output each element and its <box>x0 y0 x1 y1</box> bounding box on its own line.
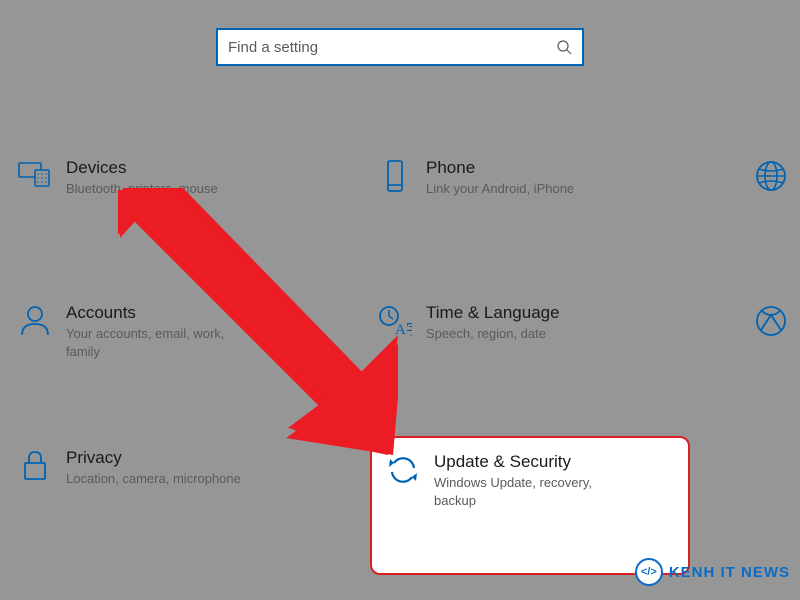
tile-row: Devices Bluetooth, printers, mouse Phone… <box>18 140 800 285</box>
lock-icon <box>18 448 52 482</box>
tile-subtitle: Your accounts, email, work, family <box>66 325 246 360</box>
tile-phone[interactable]: Phone Link your Android, iPhone <box>378 140 738 285</box>
tile-subtitle: Speech, region, date <box>426 325 560 343</box>
tile-title: Devices <box>66 158 218 178</box>
search-box[interactable] <box>216 28 584 66</box>
tile-title: Time & Language <box>426 303 560 323</box>
sync-icon <box>386 452 420 486</box>
phone-icon <box>378 158 412 194</box>
time-language-icon: A字 <box>378 303 412 337</box>
tile-devices[interactable]: Devices Bluetooth, printers, mouse <box>18 140 378 285</box>
tile-text: Update & Security Windows Update, recove… <box>420 452 614 509</box>
tile-subtitle: Location, camera, microphone <box>66 470 241 488</box>
tile-title: Privacy <box>66 448 241 468</box>
watermark-text: KENH IT NEWS <box>669 564 790 581</box>
tile-row: Privacy Location, camera, microphone Upd… <box>18 430 800 575</box>
tile-network-partial[interactable] <box>738 140 798 285</box>
tile-title: Update & Security <box>434 452 614 472</box>
watermark: </> KENH IT NEWS <box>635 558 790 586</box>
settings-tiles: Devices Bluetooth, printers, mouse Phone… <box>0 140 800 575</box>
tile-privacy[interactable]: Privacy Location, camera, microphone <box>18 430 378 575</box>
tile-text: Accounts Your accounts, email, work, fam… <box>52 303 246 360</box>
tile-text: Phone Link your Android, iPhone <box>412 158 574 198</box>
search-input[interactable] <box>228 39 556 56</box>
tile-gaming-partial[interactable] <box>738 285 798 430</box>
tile-subtitle: Link your Android, iPhone <box>426 180 574 198</box>
tile-row: Accounts Your accounts, email, work, fam… <box>18 285 800 430</box>
tile-title: Phone <box>426 158 574 178</box>
globe-icon <box>754 158 788 192</box>
tile-subtitle: Windows Update, recovery, backup <box>434 474 614 509</box>
tile-title: Accounts <box>66 303 246 323</box>
devices-icon <box>18 158 52 188</box>
tile-text: Time & Language Speech, region, date <box>412 303 560 343</box>
search-container <box>216 28 584 66</box>
tile-subtitle: Bluetooth, printers, mouse <box>66 180 218 198</box>
tile-accounts[interactable]: Accounts Your accounts, email, work, fam… <box>18 285 378 430</box>
tile-text: Devices Bluetooth, printers, mouse <box>52 158 218 198</box>
watermark-logo-icon: </> <box>635 558 663 586</box>
xbox-icon <box>754 303 788 337</box>
tile-time-language[interactable]: A字 Time & Language Speech, region, date <box>378 285 738 430</box>
svg-text:A字: A字 <box>395 321 412 337</box>
tile-update-security[interactable]: Update & Security Windows Update, recove… <box>370 436 690 575</box>
person-icon <box>18 303 52 337</box>
search-icon <box>556 39 572 55</box>
tile-text: Privacy Location, camera, microphone <box>52 448 241 488</box>
